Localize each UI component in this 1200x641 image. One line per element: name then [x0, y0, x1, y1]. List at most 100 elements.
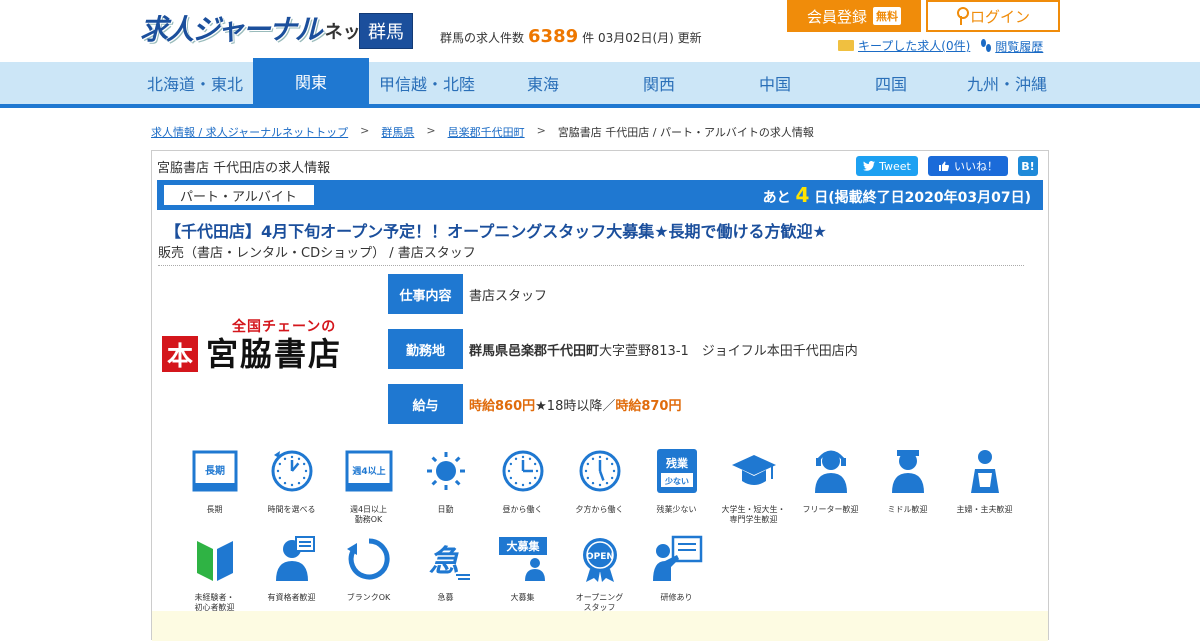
info-row-salary: 給与 時給860円★18時以降／時給870円 [388, 384, 681, 424]
prefecture-badge[interactable]: 群馬 [359, 13, 413, 49]
breadcrumb-link[interactable]: 求人情報 / 求人ジャーナルネットトップ [151, 124, 348, 140]
feature-label: 週4日以上 勤務OK [349, 505, 388, 524]
beginner-icon [189, 535, 241, 587]
four-days-icon: 週4以上 [343, 447, 395, 499]
bottom-band [152, 611, 1048, 641]
nav-item[interactable]: 九州・沖縄 [949, 62, 1065, 104]
nav-item[interactable]: 中国 [717, 62, 833, 104]
blank-ok-icon [343, 535, 395, 587]
place-value: 群馬県邑楽郡千代田町大字萱野813-1 ジョイフル本田千代田店内 [469, 340, 858, 359]
site-header: 求人ジャーナル ネット 群馬 群馬の求人件数 6389 件 03月02日(月) … [0, 0, 1200, 62]
feature-label: ブランクOK [346, 593, 391, 602]
middle-age-icon [882, 447, 934, 499]
login-button[interactable]: ログイン [926, 0, 1060, 32]
salary-secondary: 時給870円 [615, 398, 682, 414]
site-logo[interactable]: 求人ジャーナル ネット [140, 10, 379, 50]
tweet-button[interactable]: Tweet [856, 156, 918, 176]
info-row-work: 仕事内容 書店スタッフ [388, 274, 547, 314]
feature-label: フリーター歓迎 [802, 505, 859, 514]
divider [158, 265, 1024, 266]
feature-label: 急募 [437, 593, 454, 602]
feature-item: 日勤 [407, 447, 484, 527]
opening-icon: OPEN [574, 535, 626, 587]
employment-bar: パート・アルバイト あと 4 日(掲載終了日2020年03月07日) [157, 180, 1043, 210]
job-count: 群馬の求人件数 6389 件 03月02日(月) 更新 [440, 26, 702, 47]
feature-item: 時間を選べる [253, 447, 330, 527]
breadcrumb-separator: > [426, 124, 436, 137]
feature-item: ミドル歓迎 [869, 447, 946, 527]
work-value: 書店スタッフ [469, 288, 548, 304]
feature-label: 主婦・主夫歓迎 [956, 505, 1013, 514]
nav-item[interactable]: 北海道・東北 [137, 62, 253, 104]
company-logo-subtext: 全国チェーンの [232, 319, 337, 335]
job-category: 販売（書店・レンタル・CDショップ） / 書店スタッフ [158, 246, 476, 261]
feature-item: 有資格者歓迎 [253, 535, 330, 615]
nav-item[interactable]: 東海 [485, 62, 601, 104]
svg-text:大募集: 大募集 [506, 539, 540, 553]
feature-item: OPEN オープニング スタッフ [561, 535, 638, 615]
less-overtime-icon: 残業 少ない [651, 447, 703, 499]
feature-label: オープニング スタッフ [575, 593, 624, 612]
nav-item[interactable]: 甲信越・北陸 [369, 62, 485, 104]
share-buttons: Tweet いいね！ B! [856, 156, 1038, 176]
job-count-value: 6389 [528, 26, 579, 47]
header-sub-links: キープした求人(0件) 閲覧履歴 [838, 37, 1043, 55]
feature-item: 長期 長期 [176, 447, 253, 527]
feature-label: 大学生・短大生・ 専門学生歓迎 [721, 505, 786, 524]
member-register-button[interactable]: 会員登録 無料 [787, 0, 921, 32]
kept-jobs-label: キープした求人(0件) [858, 39, 971, 53]
history-label: 閲覧履歴 [995, 40, 1044, 54]
feature-label: 昼から働く [502, 505, 543, 514]
feature-label: 研修あり [660, 593, 693, 602]
feature-item: 未経験者・ 初心者歓迎 [176, 535, 253, 615]
nav-item[interactable]: 関西 [601, 62, 717, 104]
place-rest: 大字萱野813-1 ジョイフル本田千代田店内 [599, 343, 858, 359]
kept-jobs-link[interactable]: キープした求人(0件) [838, 37, 970, 55]
like-button[interactable]: いいね！ [928, 156, 1008, 176]
remain-days-value: 4 [795, 183, 810, 207]
breadcrumb-link[interactable]: 群馬県 [381, 124, 414, 140]
nav-item[interactable]: 四国 [833, 62, 949, 104]
svg-text:長期: 長期 [205, 464, 225, 477]
clock-choose-icon [266, 447, 318, 499]
like-label: いいね！ [954, 160, 998, 173]
svg-text:週4以上: 週4以上 [352, 465, 385, 477]
feature-item: 研修あり [638, 535, 715, 615]
svg-text:少ない: 少ない [664, 476, 689, 486]
member-register-label: 会員登録 [806, 7, 867, 26]
footprint-icon [980, 39, 992, 53]
feature-label: 時間を選べる [267, 505, 316, 514]
feature-label: 残業少ない [656, 505, 697, 514]
nav-item[interactable]: 関東 [253, 58, 369, 104]
job-title[interactable]: 【千代田店】4月下旬オープン予定！！オープニングスタッフ大募集★長期で働ける方歓… [165, 218, 827, 242]
employment-type-tag: パート・アルバイト [164, 185, 314, 205]
breadcrumb-current: 宮脇書店 千代田店 / パート・アルバイトの求人情報 [557, 126, 814, 139]
company-logo: 全国チェーンの 本 宮脇書店 [162, 316, 370, 373]
salary-label: 給与 [388, 384, 463, 424]
breadcrumb-link[interactable]: 邑楽郡千代田町 [448, 124, 525, 140]
feature-item: ブランクOK [330, 535, 407, 615]
hatena-bookmark-button[interactable]: B! [1018, 156, 1038, 176]
tweet-label: Tweet [879, 159, 911, 173]
feature-item: 大学生・短大生・ 専門学生歓迎 [715, 447, 792, 527]
feature-item: 週4以上週4日以上 勤務OK [330, 447, 407, 527]
key-icon [956, 7, 969, 25]
job-heading: 宮脇書店 千代田店の求人情報 [157, 161, 331, 176]
login-label: ログイン [969, 7, 1030, 26]
feature-item: 大募集 大募集 [484, 535, 561, 615]
feature-item: 昼から働く [484, 447, 561, 527]
feature-item: 主婦・主夫歓迎 [946, 447, 1023, 527]
feature-label: 夕方から働く [575, 505, 624, 514]
breadcrumb-separator: > [536, 124, 546, 137]
remain-prefix: あと [762, 190, 791, 206]
job-count-prefix: 群馬の求人件数 [440, 31, 525, 45]
salary-primary: 時給860円 [469, 398, 536, 414]
sun-icon [420, 447, 472, 499]
history-link[interactable]: 閲覧履歴 [980, 37, 1043, 55]
feature-label: 有資格者歓迎 [267, 593, 316, 602]
student-icon [728, 447, 780, 499]
clock-evening-icon [574, 447, 626, 499]
feature-label: 長期 [206, 505, 223, 514]
job-detail-box: 宮脇書店 千代田店の求人情報 Tweet いいね！ B! パート・アルバイト あ… [151, 150, 1049, 641]
svg-text:急: 急 [429, 544, 459, 579]
